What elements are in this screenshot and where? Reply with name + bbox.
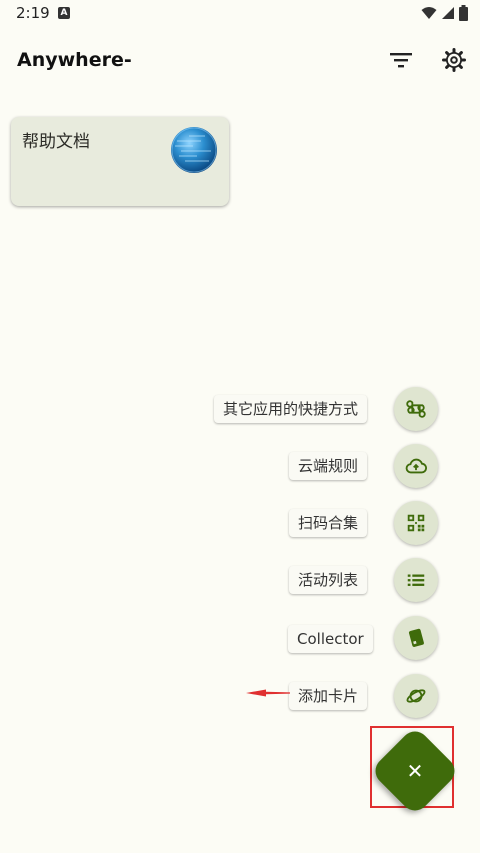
fab-label-activity-list[interactable]: 活动列表: [289, 566, 368, 594]
battery-icon: [459, 5, 468, 21]
annotation-arrow: [246, 689, 290, 697]
card-title: 帮助文档: [22, 132, 90, 152]
fab-shortcuts-button[interactable]: [394, 387, 438, 431]
cloud-upload-icon: [405, 458, 427, 474]
fab-label-shortcuts[interactable]: 其它应用的快捷方式: [214, 395, 368, 423]
card-help-docs[interactable]: 帮助文档: [11, 117, 229, 206]
fab-qr-collection-button[interactable]: [394, 501, 438, 545]
app-title: Anywhere-: [17, 49, 132, 71]
status-icons: [421, 5, 468, 21]
settings-button[interactable]: [442, 48, 466, 72]
command-icon: [406, 400, 426, 418]
signal-icon: [442, 7, 454, 19]
notification-icon: A: [58, 7, 70, 19]
fab-label-collector[interactable]: Collector: [288, 625, 373, 653]
status-time: 2:19: [16, 4, 50, 22]
collector-card-icon: [408, 628, 424, 647]
gear-icon: [442, 48, 466, 72]
fab-collector-button[interactable]: [394, 616, 438, 660]
screen: 2:19 A Anywhere- 帮助文档 其它应用的快捷方式 云端规则 扫码合…: [0, 0, 480, 853]
wifi-icon: [421, 7, 437, 19]
status-bar: 2:19 A: [0, 0, 480, 28]
fab-cloud-rules-button[interactable]: [394, 444, 438, 488]
fab-label-add-card[interactable]: 添加卡片: [289, 682, 368, 710]
close-icon[interactable]: ✕: [403, 759, 427, 783]
list-icon: [407, 574, 425, 586]
fab-activity-list-button[interactable]: [394, 558, 438, 602]
fab-label-qr-collection[interactable]: 扫码合集: [289, 509, 368, 537]
planet-icon: [406, 689, 426, 703]
globe-icon: [171, 127, 217, 173]
fab-label-cloud-rules[interactable]: 云端规则: [289, 452, 368, 480]
fab-add-card-button[interactable]: [394, 674, 438, 718]
filter-button[interactable]: [388, 48, 414, 72]
filter-icon: [390, 53, 412, 68]
qr-code-icon: [407, 514, 425, 532]
